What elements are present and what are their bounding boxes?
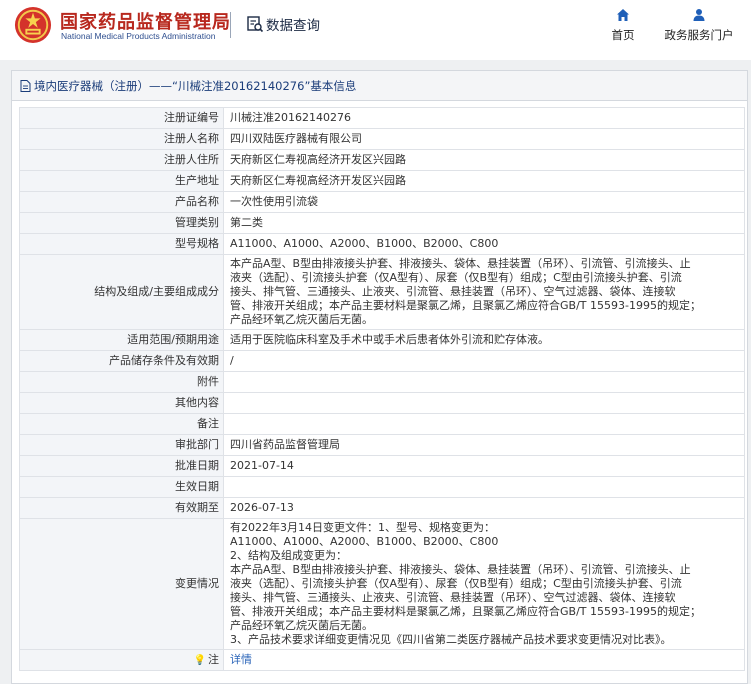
text-line: 管、排液开关组成；本产品主要材料是聚氯乙烯，且聚氯乙烯应符合GB/T 15593… xyxy=(230,605,701,618)
row-label: 型号规格 xyxy=(19,233,224,255)
table-row: 变更情况 有2022年3月14日变更文件：1、型号、规格变更为： A11000、… xyxy=(19,518,745,650)
search-document-icon xyxy=(247,16,264,33)
table-row: 备注 xyxy=(19,413,745,435)
row-label: 注册人名称 xyxy=(19,128,224,150)
site-header: 国家药品监督管理局 National Medical Products Admi… xyxy=(0,0,751,52)
row-label: 有效期至 xyxy=(19,497,224,519)
detail-panel: 境内医疗器械（注册）——“川械注准20162140276”基本信息 注册证编号 … xyxy=(11,70,748,684)
row-value xyxy=(223,392,745,414)
text-line: 接头、排气管、三通接头、止液夹、引流管、悬挂装置（吊环）、空气过滤器、袋体、连接… xyxy=(230,285,676,298)
row-label: 生效日期 xyxy=(19,476,224,498)
text-line: 3、产品技术要求详细变更情况见《四川省第二类医疗器械产品技术要求变更情况对比表》… xyxy=(230,633,672,646)
row-value: 四川省药品监督管理局 xyxy=(223,434,745,456)
table-row: 适用范围/预期用途 适用于医院临床科室及手术中或手术后患者体外引流和贮存体液。 xyxy=(19,329,745,351)
document-icon xyxy=(20,79,31,92)
row-value: 第二类 xyxy=(223,212,745,234)
nav-gov-portal[interactable]: 政务服务门户 xyxy=(656,8,742,43)
site-subtitle: National Medical Products Administration xyxy=(61,31,216,41)
row-label: 批准日期 xyxy=(19,455,224,477)
text-line: 液夹（选配）、引流接头护套（仅A型有）、尿套（仅B型有）组成；C型由引流接头护套… xyxy=(230,577,682,590)
row-label: 产品储存条件及有效期 xyxy=(19,350,224,372)
row-label: 附件 xyxy=(19,371,224,393)
table-row: 产品储存条件及有效期 / xyxy=(19,350,745,372)
text-line: 管、排液开关组成；本产品主要材料是聚氯乙烯，且聚氯乙烯应符合GB/T 15593… xyxy=(230,299,701,312)
row-value xyxy=(223,371,745,393)
panel-header: 境内医疗器械（注册）——“川械注准20162140276”基本信息 xyxy=(12,71,747,101)
row-value: 一次性使用引流袋 xyxy=(223,191,745,213)
table-row: 型号规格 A11000、A1000、A2000、B1000、B2000、C800 xyxy=(19,233,745,255)
table-row: 有效期至 2026-07-13 xyxy=(19,497,745,519)
note-label: 注 xyxy=(208,652,219,666)
row-value: 四川双陆医疗器械有限公司 xyxy=(223,128,745,150)
text-line: 本产品A型、B型由排液接头护套、排液接头、袋体、悬挂装置（吊环）、引流管、引流接… xyxy=(230,257,691,270)
text-line: 2、结构及组成变更为： xyxy=(230,549,347,562)
row-value: 天府新区仁寿视高经济开发区兴园路 xyxy=(223,149,745,171)
table-row: 附件 xyxy=(19,371,745,393)
table-row: 审批部门 四川省药品监督管理局 xyxy=(19,434,745,456)
row-label: 管理类别 xyxy=(19,212,224,234)
text-line: 液夹（选配）、引流接头护套（仅A型有）、尿套（仅B型有）组成；C型由引流接头护套… xyxy=(230,271,682,284)
row-value: / xyxy=(223,350,745,372)
data-query-label: 数据查询 xyxy=(266,18,320,34)
row-label: 其他内容 xyxy=(19,392,224,414)
registration-detail-table: 注册证编号 川械注准20162140276 注册人名称 四川双陆医疗器械有限公司… xyxy=(19,107,745,671)
row-value: A11000、A1000、A2000、B1000、B2000、C800 xyxy=(223,233,745,255)
row-value: 2026-07-13 xyxy=(223,497,745,519)
nav-home-label: 首页 xyxy=(611,28,635,42)
nav-home[interactable]: 首页 xyxy=(604,8,642,43)
row-value: 有2022年3月14日变更文件：1、型号、规格变更为： A11000、A1000… xyxy=(223,518,745,650)
row-label: 💡 注 xyxy=(19,649,224,671)
home-icon xyxy=(617,9,629,21)
breadcrumb[interactable]: 境内医疗器械（注册）——“川械注准20162140276”基本信息 xyxy=(34,78,356,94)
table-row: 管理类别 第二类 xyxy=(19,212,745,234)
nav-gov-label: 政务服务门户 xyxy=(664,28,734,42)
row-value xyxy=(223,413,745,435)
row-label: 审批部门 xyxy=(19,434,224,456)
row-label: 注册人住所 xyxy=(19,149,224,171)
text-line: 有2022年3月14日变更文件：1、型号、规格变更为： xyxy=(230,521,495,534)
row-label: 备注 xyxy=(19,413,224,435)
row-label: 生产地址 xyxy=(19,170,224,192)
text-line: 产品经环氧乙烷灭菌后无菌。 xyxy=(230,313,373,326)
details-link[interactable]: 详情 xyxy=(230,653,252,666)
text-line: 接头、排气管、三通接头、止液夹、引流管、悬挂装置（吊环）、空气过滤器、袋体、连接… xyxy=(230,591,676,604)
table-row: 其他内容 xyxy=(19,392,745,414)
user-icon xyxy=(693,9,705,21)
table-row: 生效日期 xyxy=(19,476,745,498)
row-value: 适用于医院临床科室及手术中或手术后患者体外引流和贮存体液。 xyxy=(223,329,745,351)
table-row: 结构及组成/主要组成成分 本产品A型、B型由排液接头护套、排液接头、袋体、悬挂装… xyxy=(19,254,745,330)
row-value: 川械注准20162140276 xyxy=(223,107,745,129)
text-line: 本产品A型、B型由排液接头护套、排液接头、袋体、悬挂装置（吊环）、引流管、引流接… xyxy=(230,563,691,576)
table-row: 批准日期 2021-07-14 xyxy=(19,455,745,477)
table-row: 💡 注 详情 xyxy=(19,649,745,671)
row-value xyxy=(223,476,745,498)
national-emblem-icon xyxy=(14,6,52,44)
row-label: 结构及组成/主要组成成分 xyxy=(19,254,224,330)
data-query-link[interactable]: 数据查询 xyxy=(246,14,320,34)
text-line: 产品经环氧乙烷灭菌后无菌。 xyxy=(230,619,373,632)
text-line: A11000、A1000、A2000、B1000、B2000、C800 xyxy=(230,535,499,548)
header-divider xyxy=(230,12,231,38)
row-label: 产品名称 xyxy=(19,191,224,213)
row-label: 适用范围/预期用途 xyxy=(19,329,224,351)
row-value: 天府新区仁寿视高经济开发区兴园路 xyxy=(223,170,745,192)
table-row: 生产地址 天府新区仁寿视高经济开发区兴园路 xyxy=(19,170,745,192)
lightbulb-icon: 💡 xyxy=(193,654,206,666)
row-label: 变更情况 xyxy=(19,518,224,650)
row-value: 详情 xyxy=(223,649,745,671)
table-row: 注册人住所 天府新区仁寿视高经济开发区兴园路 xyxy=(19,149,745,171)
row-value: 2021-07-14 xyxy=(223,455,745,477)
table-row: 产品名称 一次性使用引流袋 xyxy=(19,191,745,213)
table-row: 注册人名称 四川双陆医疗器械有限公司 xyxy=(19,128,745,150)
table-row: 注册证编号 川械注准20162140276 xyxy=(19,107,745,129)
row-label: 注册证编号 xyxy=(19,107,224,129)
row-value: 本产品A型、B型由排液接头护套、排液接头、袋体、悬挂装置（吊环）、引流管、引流接… xyxy=(223,254,745,330)
